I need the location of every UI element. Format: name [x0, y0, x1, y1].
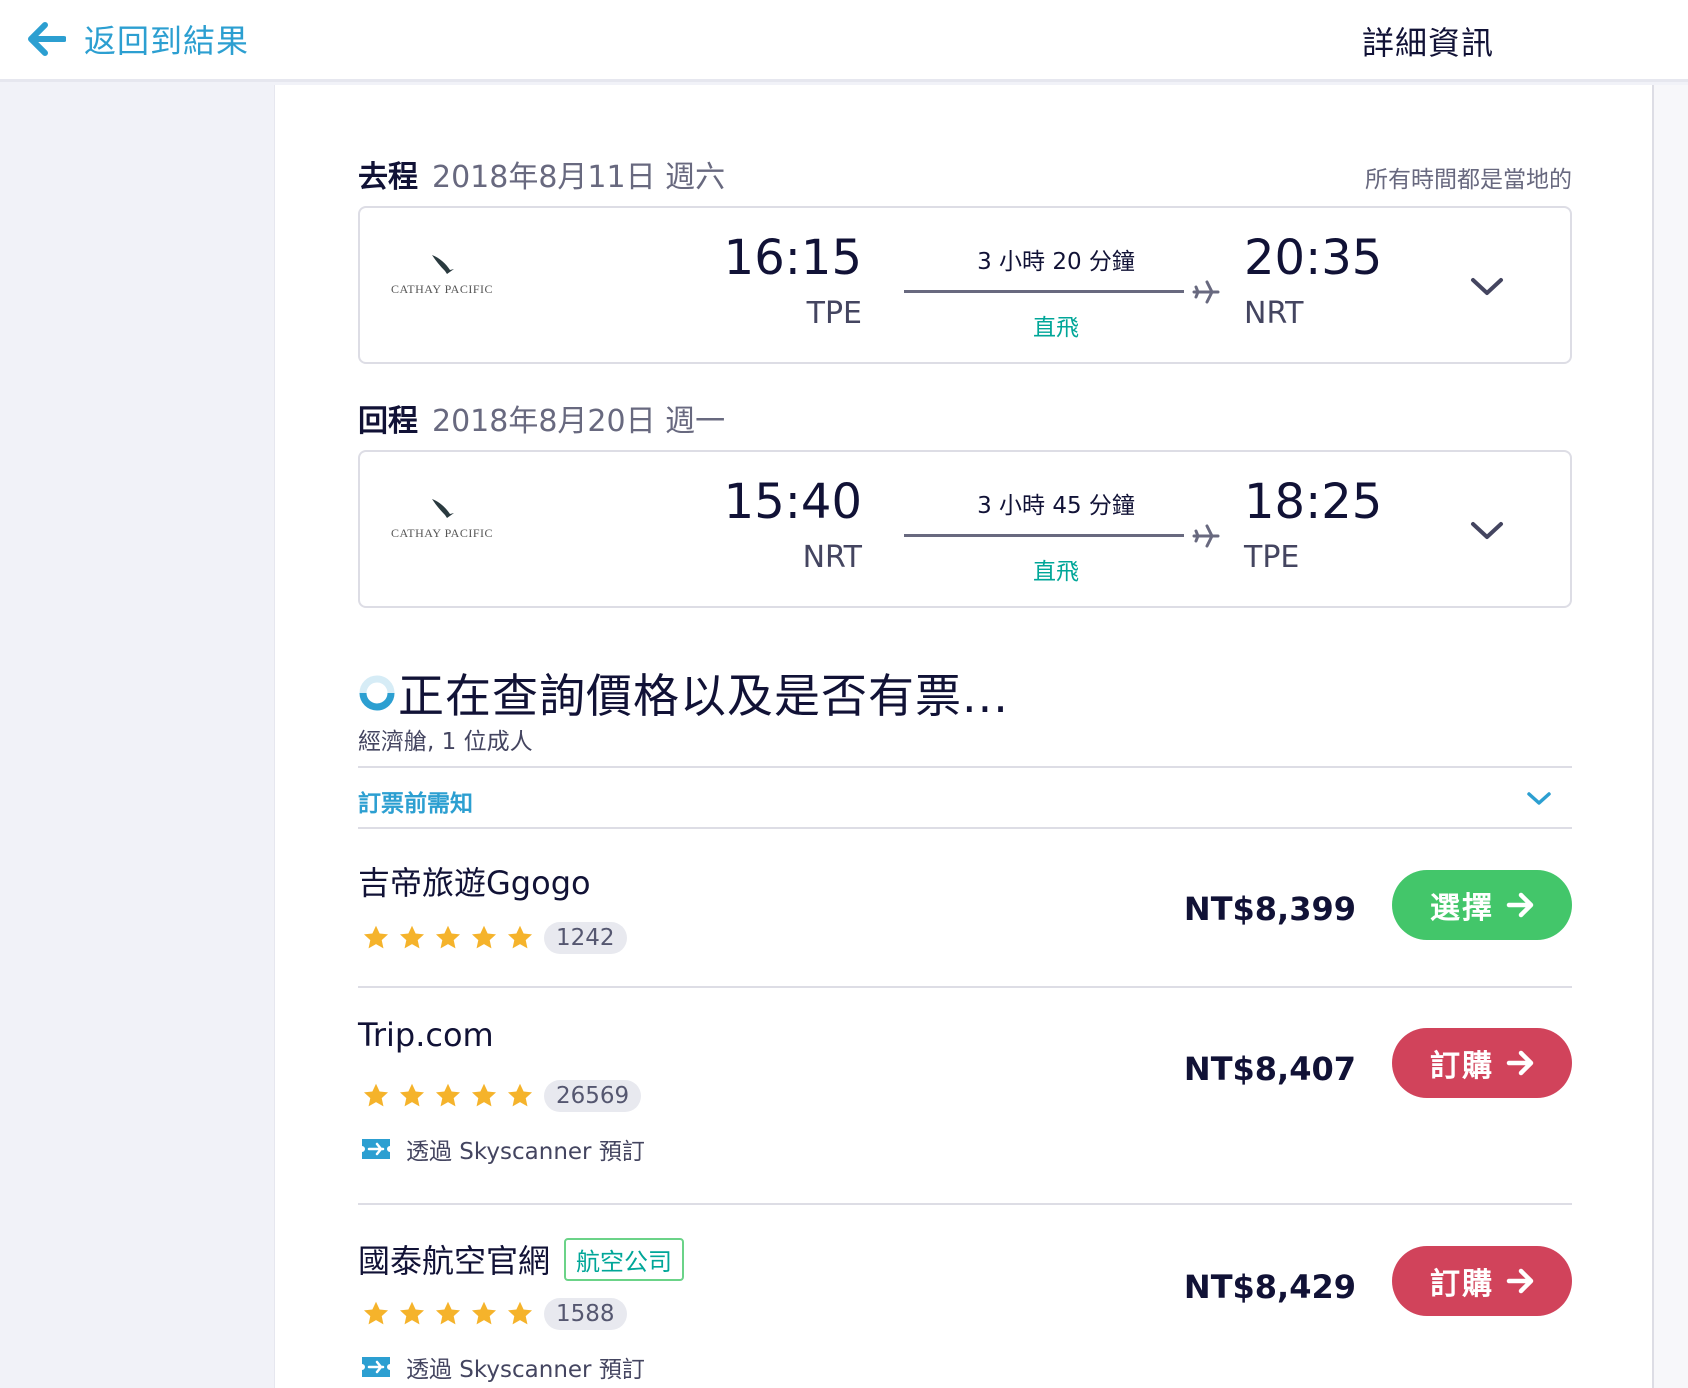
airline-logo-icon: CATHAY PACIFIC: [386, 492, 498, 548]
via-skyscanner: 透過 Skyscanner 預訂: [360, 1132, 645, 1166]
select-button[interactable]: 選擇: [1392, 870, 1572, 940]
timezone-note: 所有時間都是當地的: [1365, 167, 1572, 193]
book-button[interactable]: 訂購: [1392, 1028, 1572, 1098]
plane-icon: [1192, 280, 1220, 304]
airline-name: CATHAY PACIFIC: [390, 526, 494, 540]
review-count: 26569: [544, 1080, 642, 1112]
button-label: 選擇: [1430, 892, 1494, 925]
outbound-leg-card[interactable]: CATHAY PACIFIC 16:15 TPE 3 小時 20 分鐘 直飛 2…: [358, 206, 1572, 364]
loading-row: 正在查詢價格以及是否有票...: [358, 660, 1009, 726]
star-icon: [399, 1083, 425, 1107]
divider: [358, 766, 1572, 768]
rating-row: 1242: [362, 918, 627, 958]
star-icon: [435, 1301, 461, 1325]
flight-duration: 3 小時 45 分鐘: [977, 493, 1135, 519]
leg-date: 2018年8月20日 週一: [432, 404, 726, 439]
arrival-airport: TPE: [1244, 540, 1300, 575]
plane-icon: [1192, 524, 1220, 548]
cabin-info: 經濟艙, 1 位成人: [358, 729, 533, 755]
arrow-right-icon: [1506, 1268, 1534, 1294]
leg-type: 回程: [358, 404, 418, 439]
arrival-airport: NRT: [1244, 296, 1304, 331]
star-icon: [507, 1083, 533, 1107]
star-icon: [363, 1083, 389, 1107]
arrow-left-icon: [28, 22, 66, 56]
provider-name-text: 國泰航空官網: [358, 1242, 551, 1280]
price: NT$8,429: [1183, 1268, 1356, 1306]
spinner-icon: [359, 675, 395, 711]
chevron-down-icon: [1527, 792, 1551, 805]
route-line: [904, 290, 1184, 293]
star-icon: [399, 925, 425, 949]
back-label: 返回到結果: [84, 22, 250, 60]
arrow-right-icon: [1506, 892, 1534, 918]
star-icon: [435, 1083, 461, 1107]
price: NT$8,399: [1183, 890, 1356, 928]
arrow-right-icon: [1506, 1050, 1534, 1076]
leg-type: 去程: [358, 160, 418, 195]
button-label: 訂購: [1430, 1268, 1494, 1301]
left-panel: [0, 85, 274, 1388]
return-leg-card[interactable]: CATHAY PACIFIC 15:40 NRT 3 小時 45 分鐘 直飛 1…: [358, 450, 1572, 608]
departure-airport: NRT: [802, 540, 862, 575]
departure-time: 16:15: [723, 230, 862, 286]
star-icon: [507, 1301, 533, 1325]
rating-row: 26569: [362, 1076, 642, 1116]
loading-title: 正在查詢價格以及是否有票...: [398, 669, 1009, 723]
arrival-time: 20:35: [1244, 230, 1383, 286]
booking-notice-toggle[interactable]: 訂票前需知: [358, 770, 1572, 826]
star-icon: [471, 1301, 497, 1325]
top-bar: 返回到結果 詳細資訊: [0, 0, 1688, 82]
right-gutter: [1654, 85, 1688, 1388]
review-count: 1588: [544, 1298, 627, 1330]
provider-name-text: 吉帝旅遊Ggogo: [358, 864, 591, 902]
stops-label: 直飛: [1033, 315, 1079, 341]
star-icon: [471, 1083, 497, 1107]
provider-name: 吉帝旅遊Ggogo: [358, 858, 591, 904]
ticket-icon: [362, 1139, 390, 1159]
book-button[interactable]: 訂購: [1392, 1246, 1572, 1316]
chevron-down-icon[interactable]: [1470, 276, 1504, 298]
via-label: 透過 Skyscanner 預訂: [406, 1139, 645, 1165]
divider: [358, 986, 1572, 988]
airline-logo-icon: CATHAY PACIFIC: [386, 248, 498, 304]
divider: [358, 827, 1572, 829]
departure-time: 15:40: [723, 474, 862, 530]
ticket-icon: [362, 1357, 390, 1377]
provider-name-text: Trip.com: [358, 1016, 494, 1054]
price: NT$8,407: [1183, 1050, 1356, 1088]
provider-name: 國泰航空官網 航空公司: [358, 1236, 685, 1282]
review-count: 1242: [544, 922, 627, 954]
flight-duration: 3 小時 20 分鐘: [977, 249, 1135, 275]
via-skyscanner: 透過 Skyscanner 預訂: [360, 1350, 645, 1384]
outbound-header: 去程 2018年8月11日 週六: [358, 152, 725, 196]
via-label: 透過 Skyscanner 預訂: [406, 1357, 645, 1383]
return-header: 回程 2018年8月20日 週一: [358, 396, 725, 440]
button-label: 訂購: [1430, 1050, 1494, 1083]
airline-name: CATHAY PACIFIC: [390, 282, 494, 296]
airline-badge: 航空公司: [564, 1237, 685, 1281]
page-title: 詳細資訊: [1362, 24, 1495, 62]
route-line: [904, 534, 1184, 537]
arrival-time: 18:25: [1244, 474, 1383, 530]
star-icon: [507, 925, 533, 949]
departure-airport: TPE: [806, 296, 862, 331]
booking-notice-label: 訂票前需知: [358, 791, 473, 817]
leg-date: 2018年8月11日 週六: [432, 160, 726, 195]
back-to-results-link[interactable]: 返回到結果: [28, 16, 249, 62]
star-icon: [399, 1301, 425, 1325]
star-icon: [435, 925, 461, 949]
star-icon: [471, 925, 497, 949]
provider-name: Trip.com: [358, 1016, 494, 1054]
stops-label: 直飛: [1033, 559, 1079, 585]
star-icon: [363, 1301, 389, 1325]
star-icon: [363, 925, 389, 949]
rating-row: 1588: [362, 1294, 627, 1334]
chevron-down-icon[interactable]: [1470, 520, 1504, 542]
divider: [358, 1203, 1572, 1205]
